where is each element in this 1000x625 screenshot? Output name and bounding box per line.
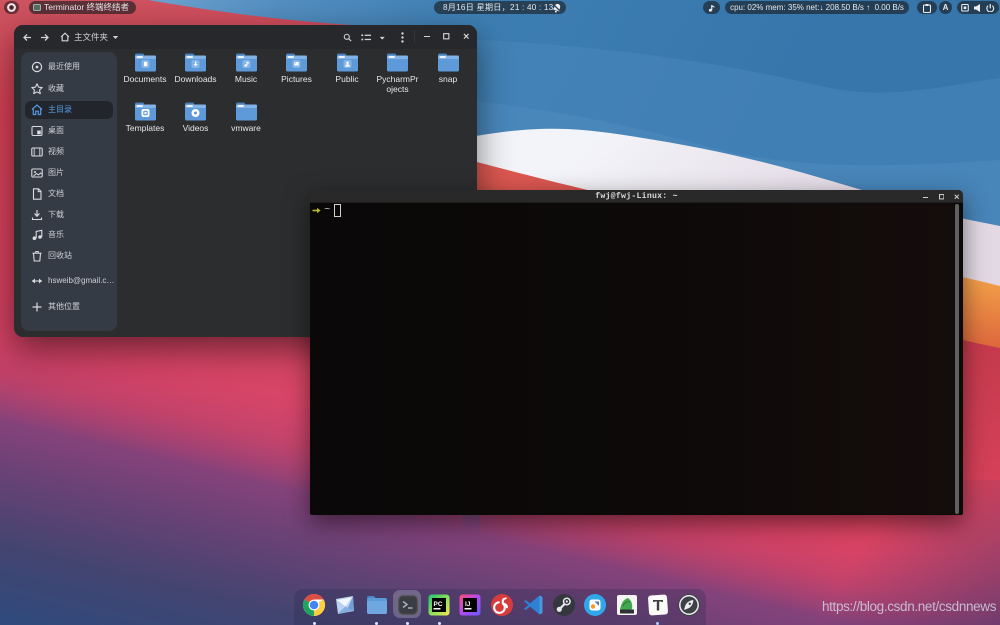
- svg-text:IJ: IJ: [465, 601, 471, 608]
- svg-text:PC: PC: [434, 601, 443, 608]
